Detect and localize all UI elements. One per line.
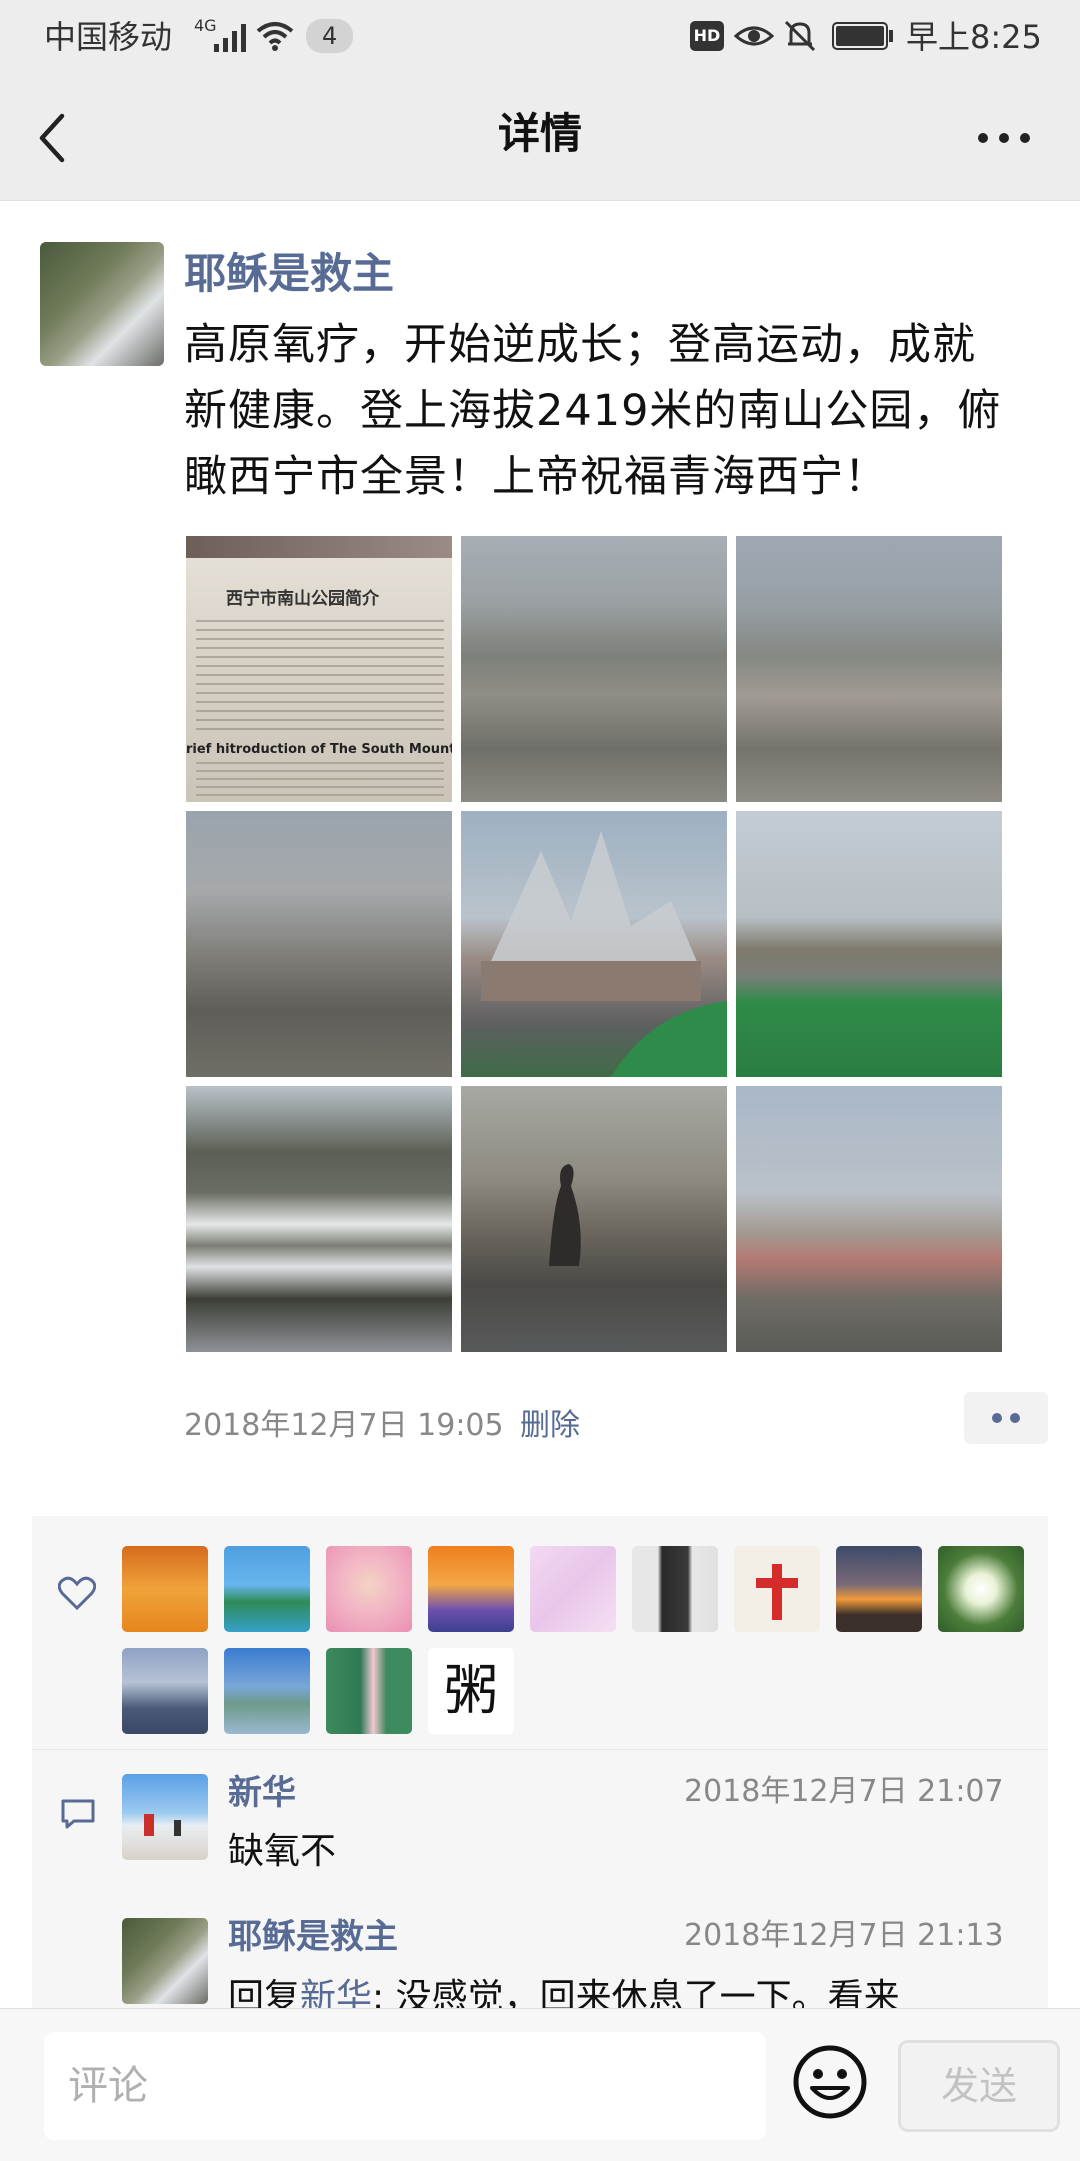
commenter-avatar[interactable] — [122, 1774, 208, 1860]
like-avatar[interactable] — [326, 1546, 412, 1632]
post-photo-8[interactable] — [461, 1086, 727, 1352]
sign-frame — [186, 536, 452, 558]
post-photo-6[interactable] — [736, 811, 1002, 1077]
sign-title: 西宁市南山公园简介 — [226, 589, 379, 609]
like-avatar[interactable] — [122, 1546, 208, 1632]
bird-statue-shape — [549, 1164, 581, 1266]
cross-icon — [756, 1564, 798, 1620]
like-avatar[interactable] — [326, 1648, 412, 1734]
comment-like-menu-button[interactable] — [964, 1392, 1048, 1444]
post-photo-9[interactable] — [736, 1086, 1002, 1352]
comment-author[interactable]: 新华 — [228, 1770, 296, 1816]
post-photo-1[interactable]: 西宁市南山公园简介 rief hitroduction of The South… — [186, 536, 452, 802]
post-photo-3[interactable] — [736, 536, 1002, 802]
like-avatar[interactable] — [122, 1648, 208, 1734]
author-avatar[interactable] — [40, 242, 164, 366]
sign-subtitle: rief hitroduction of The South Mountain — [186, 742, 452, 757]
clock: 早上8:25 — [906, 18, 1042, 56]
delete-link[interactable]: 删除 — [520, 1404, 580, 1448]
like-avatar[interactable] — [938, 1546, 1024, 1632]
carrier-label: 中国移动 — [44, 18, 173, 56]
eye-icon — [734, 26, 774, 46]
post-photo-5[interactable] — [461, 811, 727, 1077]
like-avatar[interactable] — [224, 1648, 310, 1734]
post-text: 高原氧疗，开始逆成长；登高运动，成就 新健康。登上海拔2419米的南山公园，俯 … — [184, 312, 1044, 510]
wifi-icon — [256, 22, 294, 51]
dots-icon — [992, 1413, 1020, 1423]
post-text-line: 高原氧疗，开始逆成长；登高运动，成就 — [184, 320, 976, 370]
post-photo-7[interactable] — [186, 1086, 452, 1352]
comment-input[interactable] — [44, 2032, 766, 2140]
like-avatar[interactable] — [224, 1546, 310, 1632]
like-avatar[interactable] — [734, 1546, 820, 1632]
comment-icon — [61, 1799, 95, 1829]
hd-icon: HD — [690, 21, 724, 51]
like-avatar[interactable] — [836, 1546, 922, 1632]
sign-text-lines — [196, 762, 444, 796]
mute-bell-icon — [784, 20, 816, 52]
page-title: 详情 — [497, 109, 582, 158]
people-shape — [144, 1814, 181, 1836]
like-avatar[interactable] — [632, 1546, 718, 1632]
comment-placeholder: 评论 — [68, 2063, 148, 2109]
comment-author[interactable]: 耶稣是救主 — [228, 1914, 398, 1960]
battery-icon — [832, 22, 893, 50]
like-avatar[interactable] — [428, 1546, 514, 1632]
post-text-line: 新健康。登上海拔2419米的南山公园，俯 — [184, 386, 1002, 436]
commenter-avatar[interactable] — [122, 1918, 208, 2004]
signal-icon — [214, 24, 246, 52]
notification-count-badge: 4 — [306, 19, 354, 53]
post-author-name[interactable]: 耶稣是救主 — [184, 246, 394, 302]
post-photo-2[interactable] — [461, 536, 727, 802]
like-avatar[interactable] — [530, 1546, 616, 1632]
smiley-icon[interactable] — [792, 2044, 868, 2120]
comment-time: 2018年12月7日 21:07 — [684, 1774, 1004, 1809]
more-horizontal-icon[interactable] — [976, 126, 1032, 150]
pavilion-shape — [481, 831, 727, 1077]
post-photo-4[interactable] — [186, 811, 452, 1077]
comment-text: 缺氧不 — [228, 1831, 337, 1872]
send-button[interactable]: 发送 — [898, 2040, 1060, 2132]
sign-text-lines — [196, 620, 444, 732]
post-text-line: 瞰西宁市全景！上帝祝福青海西宁！ — [184, 452, 888, 502]
comment-time: 2018年12月7日 21:13 — [684, 1918, 1004, 1953]
like-avatar[interactable]: 粥 — [428, 1648, 514, 1734]
heart-icon — [58, 1576, 96, 1610]
post-timestamp: 2018年12月7日 19:05 — [184, 1408, 504, 1443]
